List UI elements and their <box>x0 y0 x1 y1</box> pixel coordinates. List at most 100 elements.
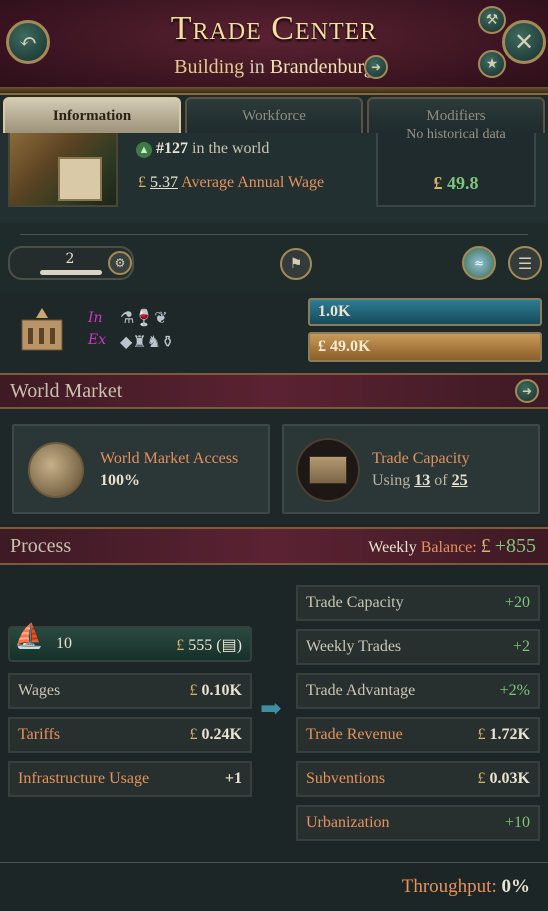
building-icon <box>18 306 66 352</box>
goods-row[interactable]: ⛵ 10 £ 555 (▤) <box>8 624 252 662</box>
infrastructure-value: +1 <box>224 770 242 787</box>
bar-blue[interactable]: 1.0K <box>308 298 542 326</box>
trade-advantage-label: Trade Advantage <box>306 682 416 699</box>
subtitle-prefix: Building <box>174 56 245 78</box>
ship-icon: ⛵ <box>14 624 44 650</box>
subtitle-location[interactable]: Brandenburg <box>270 56 374 78</box>
pound-icon: £ <box>477 726 486 743</box>
goods-count: 10 <box>56 635 72 652</box>
trade-advantage-value: +2% <box>499 682 530 699</box>
bar-gold-value: 49.0K <box>330 338 371 355</box>
tab-information[interactable]: Information <box>3 97 181 133</box>
divider <box>0 862 548 863</box>
world-market-title: World Market <box>10 379 123 402</box>
level-bar <box>40 270 102 275</box>
trade-capacity-label: Trade Capacity <box>306 594 404 611</box>
market-access-card[interactable]: World Market Access 100% <box>12 424 270 514</box>
menu-icon: ☰ <box>517 253 533 273</box>
pound-icon: £ <box>138 174 146 191</box>
rank-up-icon: ▲ <box>136 142 152 158</box>
pin-button[interactable]: ⚒ <box>478 6 506 34</box>
history-value: £ 49.8 <box>378 173 534 194</box>
infrastructure-row: Infrastructure Usage +1 <box>8 761 252 797</box>
market-access-value: 100% <box>100 472 140 489</box>
usage-used: 13 <box>414 472 431 489</box>
world-market-open-button[interactable]: ➜ <box>515 379 539 403</box>
throughput-label: Throughput: <box>401 876 497 897</box>
wine-icon: 🍷 <box>134 308 155 327</box>
pound-icon: £ <box>176 637 185 654</box>
process-header: Process Weekly Balance: £ +855 <box>0 527 548 565</box>
balance-label: Balance: <box>420 538 477 556</box>
glass-icon: ◆ <box>120 332 133 351</box>
arrow-right-icon: ➜ <box>370 60 382 74</box>
market-access-title: World Market Access <box>100 450 239 467</box>
balance-value: +855 <box>494 534 536 557</box>
tariffs-row: Tariffs £ 0.24K <box>8 717 252 753</box>
urbanization-value: +10 <box>504 814 530 831</box>
go-to-location-button[interactable]: ➜ <box>364 55 388 79</box>
favorite-button[interactable]: ★ <box>478 50 506 78</box>
silk-icon: ❦ <box>154 308 168 327</box>
weekly-trades-label: Weekly Trades <box>306 638 402 655</box>
world-market-header: World Market <box>0 373 548 409</box>
trade-revenue-row: Trade Revenue £ 1.72K <box>296 717 540 753</box>
subventions-value-group: £ 0.03K <box>478 770 530 788</box>
process-title: Process <box>10 534 72 557</box>
rank-line: ▲ #127 in the world <box>136 140 269 158</box>
goods-icons: ⚗🍷❦ ◆♜♞⚱ <box>120 306 210 354</box>
menu-button[interactable]: ☰ <box>508 246 542 280</box>
flag-button[interactable]: ⚑ <box>280 248 312 280</box>
box-icon <box>296 438 360 502</box>
terrain-button[interactable]: ≈ <box>462 246 496 280</box>
river-icon: ≈ <box>473 256 485 270</box>
export-label: Ex <box>88 332 107 348</box>
level-button[interactable]: ⚙ <box>108 251 132 275</box>
pound-icon: £ <box>189 682 198 699</box>
subventions-value: 0.03K <box>489 770 530 787</box>
bottles-icon: ⚗ <box>120 308 135 327</box>
goods-value-group: £ 555 (▤) <box>176 635 242 655</box>
trade-capacity-value: +20 <box>504 594 530 611</box>
tariffs-value: 0.24K <box>201 726 242 743</box>
wage-line: £ 5.37 Average Annual Wage <box>138 174 324 192</box>
weekly-trades-value: +2 <box>512 638 530 655</box>
flag-icon: ⚑ <box>289 256 303 272</box>
throughput: Throughput: 0% <box>402 876 530 898</box>
wages-row: Wages £ 0.10K <box>8 673 252 709</box>
history-number: 49.8 <box>447 173 479 193</box>
throughput-value: 0% <box>501 876 531 897</box>
wage-value[interactable]: 5.37 <box>150 174 178 191</box>
trade-capacity-card[interactable]: Trade Capacity Using 13 of 25 <box>282 424 540 514</box>
historical-data-text: No historical data <box>406 127 506 142</box>
page-subtitle: Building in Brandenburg <box>0 56 548 79</box>
divider <box>20 234 528 235</box>
subventions-label: Subventions <box>306 770 386 787</box>
furniture-icon: ♜ <box>132 332 147 351</box>
star-icon: ★ <box>485 56 499 72</box>
weekly-label: Weekly <box>368 538 417 556</box>
level-stepper[interactable]: 2 ⚙ <box>8 246 134 280</box>
rank-suffix: in the world <box>192 140 270 157</box>
close-icon: ✕ <box>513 28 535 56</box>
bar-blue-value: 1.0K <box>318 303 351 320</box>
weekly-trades-row: Weekly Trades +2 <box>296 629 540 665</box>
trade-capacity-title: Trade Capacity <box>372 450 470 467</box>
chair-icon: ♞ <box>146 332 161 351</box>
wage-label: Average Annual Wage <box>181 174 325 191</box>
tab-workforce[interactable]: Workforce <box>185 97 363 133</box>
flow-arrow-icon: ➡ <box>260 694 282 724</box>
infrastructure-label: Infrastructure Usage <box>18 770 150 787</box>
rank-value: #127 <box>156 140 188 157</box>
vase-icon: ⚱ <box>161 332 175 351</box>
subventions-row: Subventions £ 0.03K <box>296 761 540 797</box>
market-icon <box>28 442 84 498</box>
pound-icon: £ <box>189 726 198 743</box>
trade-advantage-row: Trade Advantage +2% <box>296 673 540 709</box>
subtitle-in: in <box>249 56 265 78</box>
bar-gold[interactable]: £ 49.0K <box>308 332 542 362</box>
urbanization-row: Urbanization +10 <box>296 805 540 841</box>
wages-label: Wages <box>18 682 61 699</box>
pound-icon: £ <box>433 173 443 193</box>
close-button[interactable]: ✕ <box>502 20 546 64</box>
